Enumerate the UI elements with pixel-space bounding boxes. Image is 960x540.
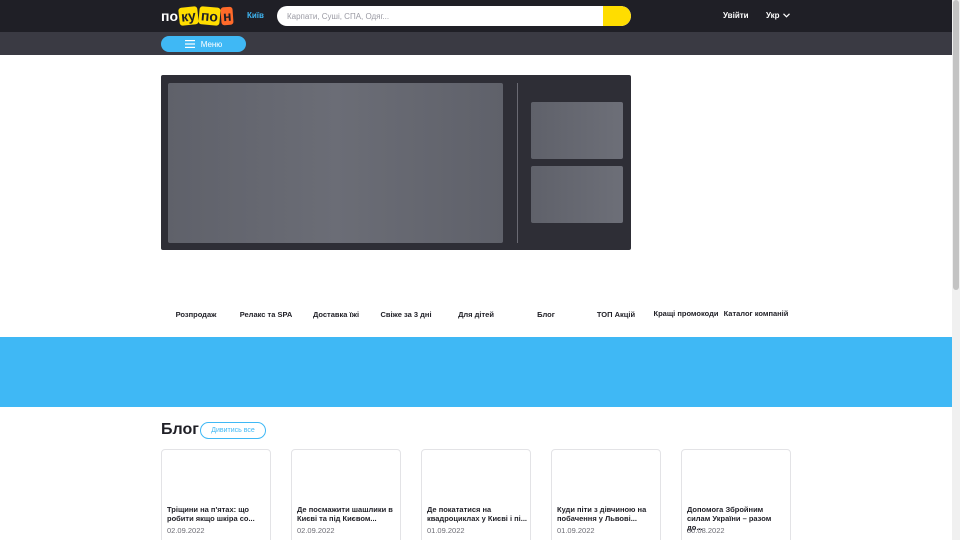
hamburger-icon [184, 40, 195, 48]
blog-card-title: Де посмажити шашлики в Києві та під Києв… [297, 505, 393, 523]
category-item[interactable]: Свіже за 3 дні [371, 305, 441, 331]
category-item[interactable]: Для дітей [441, 305, 511, 331]
category-item[interactable]: Блог [511, 305, 581, 331]
blog-card[interactable]: Допомога Збройним силам України – разом … [681, 449, 791, 540]
language-label: Укр [766, 11, 780, 20]
language-selector[interactable]: Укр [766, 11, 790, 20]
category-item[interactable]: ТОП Акцій [581, 305, 651, 331]
blog-heading: Блог [161, 421, 199, 438]
category-item[interactable]: Кращі промокоди [651, 305, 721, 331]
blog-card-date: 01.09.2022 [427, 526, 465, 535]
logo-part-2: ку [178, 6, 199, 26]
category-item[interactable]: Релакс та SPA [231, 305, 301, 331]
blog-card-date: 02.09.2022 [297, 526, 335, 535]
menu-button[interactable]: Меню [161, 36, 246, 52]
blog-card[interactable]: Де покататися на квадроциклах у Києві і … [421, 449, 531, 540]
blog-card-date: 02.09.2022 [167, 526, 205, 535]
category-item[interactable]: Доставка їжі [301, 305, 371, 331]
login-link[interactable]: Увійти [723, 11, 749, 20]
banner-main-slide[interactable] [168, 83, 503, 243]
blog-card[interactable]: Тріщини на п'ятах: що робити якщо шкіра … [161, 449, 271, 540]
blog-card-date: 30.08.2022 [687, 526, 725, 535]
category-item[interactable]: Розпродаж [161, 305, 231, 331]
chevron-down-icon [782, 13, 790, 18]
blog-card-title: Де покататися на квадроциклах у Києві і … [427, 505, 528, 523]
blog-card[interactable]: Куди піти з дівчиною на побачення у Льво… [551, 449, 661, 540]
search-bar [277, 6, 631, 26]
sub-header [0, 32, 952, 55]
scrollbar-thumb[interactable] [953, 0, 959, 290]
view-all-button[interactable]: Дивитись все [200, 422, 266, 439]
logo[interactable]: по ку по н [160, 5, 234, 27]
banner-divider [517, 83, 518, 243]
category-nav: Розпродаж Релакс та SPA Доставка їжі Сві… [161, 305, 791, 331]
banner-side-slide-2[interactable] [531, 166, 623, 223]
logo-part-4: н [220, 6, 234, 26]
city-selector[interactable]: Київ [247, 11, 264, 20]
blog-card-title: Тріщини на п'ятах: що робити якщо шкіра … [167, 505, 255, 523]
blog-card-date: 01.09.2022 [557, 526, 595, 535]
logo-part-1: по [161, 8, 179, 24]
search-button[interactable] [603, 6, 631, 26]
menu-label: Меню [200, 39, 223, 49]
blog-card[interactable]: Де посмажити шашлики в Києві та під Києв… [291, 449, 401, 540]
category-item[interactable]: Каталог компаній [721, 305, 791, 331]
banner-side-slide-1[interactable] [531, 102, 623, 159]
blog-card-title: Куди піти з дівчиною на побачення у Льво… [557, 505, 647, 523]
search-input[interactable] [277, 6, 597, 26]
logo-part-3: по [198, 6, 221, 26]
promo-band [0, 337, 952, 407]
